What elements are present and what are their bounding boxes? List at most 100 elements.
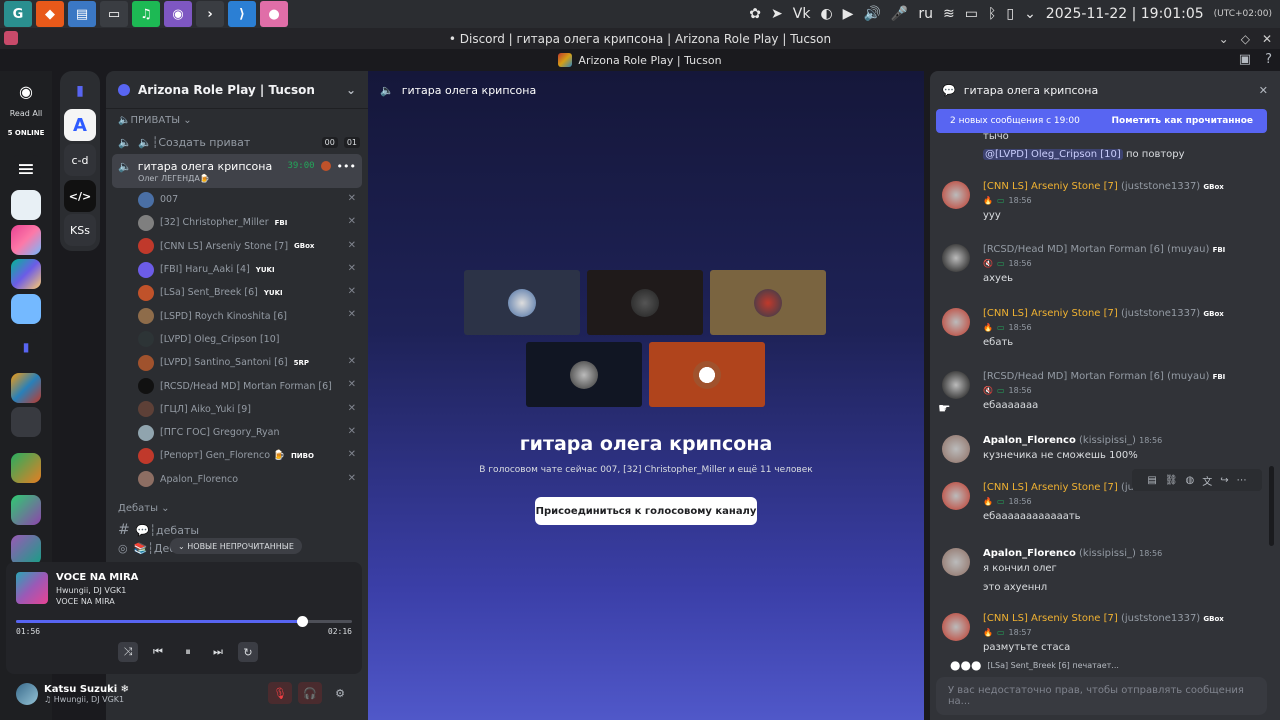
channel-create-private[interactable]: 🔈 🔈┆Создать приват 00 01: [106, 131, 368, 154]
flower-icon[interactable]: ✿: [749, 6, 761, 22]
avatar[interactable]: [942, 613, 970, 641]
participant-tile[interactable]: [649, 342, 765, 407]
clock[interactable]: 2025-11-22 | 19:01:05: [1046, 6, 1204, 22]
console-icon[interactable]: ›: [196, 1, 224, 27]
server-icon-b[interactable]: [11, 225, 41, 255]
bluetooth-icon[interactable]: ᛒ: [988, 6, 996, 22]
play-icon[interactable]: ▶: [843, 6, 854, 22]
message-author[interactable]: [CNN LS] Arseniy Stone [7] (juststone133…: [983, 308, 1224, 319]
inbox-icon[interactable]: ▣: [1239, 52, 1251, 67]
shuffle-icon[interactable]: ⤨: [118, 642, 138, 662]
user-mention[interactable]: @[LVPD] Oleg_Cripson [10]: [983, 149, 1123, 160]
tray-chevron-icon[interactable]: ⌄: [1024, 6, 1036, 22]
menu-icon[interactable]: ≡: [11, 155, 41, 185]
voice-user[interactable]: [ГЦЛ] Aiko_Yuki [9] ✕: [106, 398, 368, 421]
folder-open-icon[interactable]: ▮: [64, 75, 96, 107]
server-icon-c[interactable]: [11, 259, 41, 289]
previous-icon[interactable]: ⏮: [148, 642, 168, 662]
brave-icon[interactable]: ◆: [36, 1, 64, 27]
help-icon[interactable]: ?: [1265, 52, 1272, 67]
pause-icon[interactable]: ⏸: [178, 642, 198, 662]
message-author[interactable]: [CNN LS] Arseniy Stone [7] (ju: [983, 482, 1134, 493]
voice-user[interactable]: [LVPD] Oleg_Cripson [10]: [106, 328, 368, 351]
avatar[interactable]: [942, 548, 970, 576]
mic-icon[interactable]: 🎤: [891, 6, 908, 22]
progress-bar[interactable]: [16, 616, 352, 627]
participant-tile[interactable]: [587, 270, 703, 335]
server-icon-e[interactable]: [11, 407, 41, 437]
voice-user[interactable]: 007 ✕: [106, 188, 368, 211]
arizona-server-icon[interactable]: A: [64, 109, 96, 141]
message-author[interactable]: [CNN LS] Arseniy Stone [7] (juststone133…: [983, 613, 1224, 624]
next-icon[interactable]: ⏭: [208, 642, 228, 662]
avatar[interactable]: [16, 683, 38, 705]
folder-icon[interactable]: ▮: [11, 332, 41, 362]
close-icon[interactable]: ✕: [1262, 32, 1272, 46]
avatar[interactable]: [942, 435, 970, 463]
code-server-icon[interactable]: </>: [64, 180, 96, 212]
app-icon[interactable]: ◍: [1186, 475, 1195, 486]
wifi-icon[interactable]: ≋: [943, 6, 955, 22]
avatar[interactable]: [942, 181, 970, 209]
voice-user[interactable]: [LSPD] Roych Kinoshita [6] ✕: [106, 304, 368, 327]
participant-tile[interactable]: [464, 270, 580, 335]
media-icon[interactable]: ●: [260, 1, 288, 27]
minimize-icon[interactable]: ⌄: [1219, 32, 1229, 46]
mic-muted-icon[interactable]: 🎙: [268, 682, 292, 704]
server-folder-c[interactable]: [11, 495, 41, 525]
folder-server-kss[interactable]: KSs: [64, 214, 96, 246]
deafen-icon[interactable]: 🎧: [298, 682, 322, 704]
thread-icon[interactable]: ▤: [1147, 475, 1156, 486]
avatar[interactable]: [942, 244, 970, 272]
progress-knob[interactable]: [296, 616, 308, 627]
repeat-icon[interactable]: ↻: [238, 642, 258, 662]
avatar[interactable]: [942, 482, 970, 510]
chevron-down-icon[interactable]: ⌄: [346, 83, 356, 97]
server-header[interactable]: Arizona Role Play | Tucson ⌄: [106, 71, 368, 109]
voice-user[interactable]: [RCSD/Head MD] Mortan Forman [6] ✕: [106, 374, 368, 397]
message-author[interactable]: [CNN LS] Arseniy Stone [7] (juststone133…: [983, 181, 1224, 192]
new-messages-bar[interactable]: 2 новых сообщения с 19:00 Пометить как п…: [936, 109, 1267, 133]
voice-user[interactable]: [LVPD] Santino_Santoni [6] 5RP ✕: [106, 351, 368, 374]
volume-icon[interactable]: 🔊: [863, 6, 880, 22]
participant-tile[interactable]: [710, 270, 826, 335]
participant-tile[interactable]: [526, 342, 642, 407]
files-icon[interactable]: ▤: [68, 1, 96, 27]
settings-gear-icon[interactable]: ⚙: [328, 682, 352, 704]
server-folder-d[interactable]: [11, 535, 41, 565]
server-folder-b[interactable]: [11, 453, 41, 483]
avatar[interactable]: [942, 371, 970, 399]
discord-taskbar-icon[interactable]: ◉: [164, 1, 192, 27]
maximize-icon[interactable]: ◇: [1241, 32, 1250, 46]
voice-user[interactable]: [CNN LS] Arseniy Stone [7] GBox ✕: [106, 235, 368, 258]
category-private[interactable]: 🔈ПРИВАТЫ ⌄: [106, 113, 368, 127]
discord-home-icon[interactable]: ◉: [11, 77, 41, 107]
voice-user[interactable]: [FBI] Haru_Aaki [4] YUKI ✕: [106, 258, 368, 281]
vk-icon[interactable]: Vk: [793, 6, 811, 22]
folder-server-cd[interactable]: c-d: [64, 144, 96, 176]
spotify-icon[interactable]: ♫: [132, 1, 160, 27]
close-icon[interactable]: ✕: [1259, 84, 1268, 97]
forward-icon[interactable]: ↪: [1220, 475, 1228, 486]
join-voice-button[interactable]: Присоединиться к голосовому каналу: [535, 497, 757, 525]
new-unread-pill[interactable]: ⌄ НОВЫЕ НЕПРОЧИТАННЫЕ: [170, 538, 302, 554]
channel-active-voice[interactable]: 🔈 гитара олега крипсона 39:00 ••• Олег Л…: [112, 154, 362, 188]
voice-user[interactable]: [LSa] Sent_Breek [6] YUKI ✕: [106, 281, 368, 304]
steam-icon[interactable]: ◐: [820, 6, 832, 22]
battery-icon[interactable]: ▭: [965, 6, 978, 22]
chat-scrollbar[interactable]: [1269, 466, 1274, 546]
more-icon[interactable]: •••: [337, 160, 356, 173]
message-author[interactable]: Apalon_Florenco (kissipissi_) 18:56: [983, 548, 1162, 559]
more-icon[interactable]: ⋯: [1237, 475, 1247, 486]
avatar[interactable]: [942, 308, 970, 336]
server-icon-a[interactable]: [11, 190, 41, 220]
message-input[interactable]: У вас недостаточно прав, чтобы отправлят…: [936, 677, 1267, 715]
app-launcher-icon[interactable]: G: [4, 1, 32, 27]
message-author[interactable]: Apalon_Florenco (kissipissi_) 18:56: [983, 435, 1162, 446]
message-author[interactable]: [RCSD/Head MD] Mortan Forman [6] (muyau)…: [983, 371, 1225, 382]
server-folder-a[interactable]: [11, 373, 41, 403]
category-debates[interactable]: Дебаты ⌄: [106, 499, 368, 519]
terminal-icon[interactable]: ▭: [100, 1, 128, 27]
phone-icon[interactable]: ▯: [1006, 6, 1014, 22]
link-icon[interactable]: ⛓: [1165, 475, 1178, 486]
